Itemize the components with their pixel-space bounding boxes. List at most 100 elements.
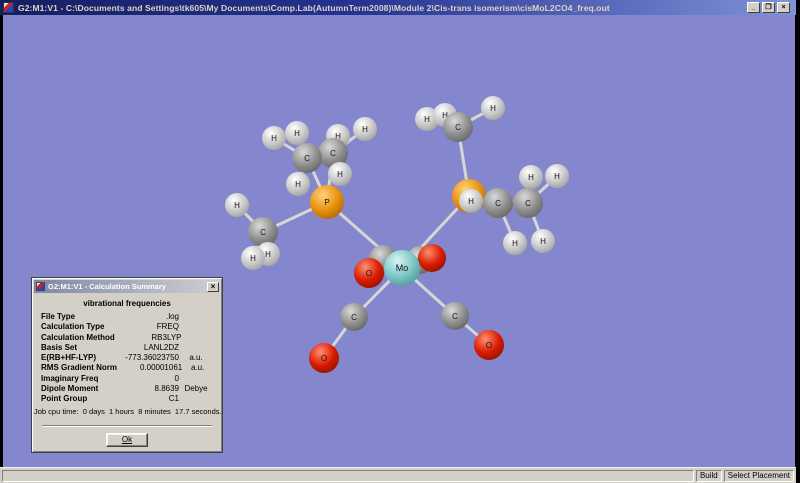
atom-label: C [525, 199, 531, 208]
atom-H[interactable]: H [519, 165, 543, 189]
atom-H[interactable]: H [459, 189, 483, 213]
atom-H[interactable]: H [286, 172, 310, 196]
restore-button[interactable]: ❐ [762, 2, 775, 13]
summary-row-label: Basis Set [41, 343, 107, 353]
atom-label: H [265, 250, 271, 259]
summary-row-unit: Debye [179, 384, 213, 394]
minimize-button[interactable]: _ [747, 2, 760, 13]
summary-row-unit: a.u. [182, 363, 213, 373]
statusbar-panel-select-placement: Select Placement [724, 470, 794, 482]
summary-row: Calculation MethodRB3LYP [41, 333, 213, 343]
atom-label: H [540, 237, 546, 246]
summary-row-label: Calculation Type [41, 322, 107, 332]
atom-H[interactable]: H [241, 246, 265, 270]
atom-label: O [486, 341, 492, 350]
summary-row-unit [179, 394, 213, 404]
dialog-title: G2:M1:V1 - Calculation Summary [48, 282, 166, 291]
atom-label: H [512, 239, 518, 248]
atom-C[interactable]: C [441, 302, 469, 330]
summary-row: File Type.log [41, 312, 213, 322]
job-cpu-time: Job cpu time: 0 days 1 hours 8 minutes 1… [34, 407, 220, 416]
atom-H[interactable]: H [328, 162, 352, 186]
ok-button[interactable]: Ok [106, 433, 148, 447]
summary-row-label: Dipole Moment [41, 384, 107, 394]
atom-H[interactable]: H [353, 117, 377, 141]
atom-label: P [324, 198, 329, 207]
atom-label: C [351, 313, 357, 322]
summary-row-unit: a.u. [179, 353, 213, 363]
summary-row-label: RMS Gradient Norm [41, 363, 117, 373]
summary-row-unit [179, 343, 213, 353]
atom-C[interactable]: C [483, 188, 513, 218]
atom-label: C [304, 154, 310, 163]
summary-row-unit [179, 374, 213, 384]
atom-C[interactable]: C [340, 303, 368, 331]
summary-row: E(RB+HF-LYP)-773.36023750a.u. [41, 353, 213, 363]
summary-row-value: -773.36023750 [107, 353, 179, 363]
atom-label: Mo [396, 263, 409, 273]
statusbar-panel-build: Build [696, 470, 722, 482]
atom-label: H [337, 170, 343, 179]
calculation-summary-dialog: G2:M1:V1 - Calculation Summary × vibrati… [31, 277, 223, 453]
summary-row-label: Point Group [41, 394, 107, 404]
atom-label: H [490, 104, 496, 113]
summary-row: Calculation TypeFREQ [41, 322, 213, 332]
atom-label: C [260, 228, 266, 237]
atom-Mo[interactable]: Mo [384, 250, 420, 286]
atom-label: C [455, 123, 461, 132]
atom-H[interactable]: H [531, 229, 555, 253]
summary-row: Basis SetLANL2DZ [41, 343, 213, 353]
summary-row-value: 0.00001061 [117, 363, 182, 373]
atom-label: H [554, 172, 560, 181]
dialog-titlebar[interactable]: G2:M1:V1 - Calculation Summary × [34, 280, 220, 293]
atom-C[interactable]: C [513, 188, 543, 218]
summary-row-value: LANL2DZ [107, 343, 179, 353]
atom-P[interactable]: P [310, 185, 344, 219]
summary-row-label: Imaginary Freq [41, 374, 107, 384]
summary-row-value: FREQ [107, 322, 179, 332]
dialog-separator [42, 425, 212, 427]
dialog-icon [36, 282, 45, 291]
atom-O[interactable]: O [309, 343, 339, 373]
summary-row-unit [179, 312, 213, 322]
atom-H[interactable]: H [285, 121, 309, 145]
summary-row: RMS Gradient Norm0.00001061a.u. [41, 363, 213, 373]
summary-row: Point GroupC1 [41, 394, 213, 404]
dialog-heading: vibrational frequencies [34, 299, 220, 308]
window-controls: _ ❐ × [747, 2, 790, 13]
atom-label: H [424, 115, 430, 124]
atom-C[interactable]: C [443, 112, 473, 142]
atom-label: H [362, 125, 368, 134]
atom-label: H [468, 197, 474, 206]
application-window: G2:M1:V1 - C:\Documents and Settings\tk6… [0, 0, 800, 483]
summary-row-label: File Type [41, 312, 107, 322]
atom-O[interactable] [418, 244, 446, 272]
window-titlebar[interactable]: G2:M1:V1 - C:\Documents and Settings\tk6… [0, 0, 796, 15]
dialog-close-button[interactable]: × [207, 282, 219, 292]
close-button[interactable]: × [777, 2, 790, 13]
atom-H[interactable]: H [262, 126, 286, 150]
status-bar: BuildSelect Placement [0, 467, 796, 483]
atom-label: H [271, 134, 277, 143]
summary-row-value: .log [107, 312, 179, 322]
atom-H[interactable]: H [481, 96, 505, 120]
summary-row: Dipole Moment8.8639Debye [41, 384, 213, 394]
atom-O[interactable]: O [474, 330, 504, 360]
atom-label: O [321, 354, 327, 363]
summary-row-value: 8.8639 [107, 384, 179, 394]
summary-row-unit [179, 322, 213, 332]
summary-row-value: RB3LYP [115, 333, 182, 343]
atom-H[interactable]: H [503, 231, 527, 255]
atom-O[interactable]: O [354, 258, 384, 288]
atom-H[interactable]: H [545, 164, 569, 188]
atom-H[interactable]: H [225, 193, 249, 217]
summary-row-unit [182, 333, 214, 343]
atom-label: H [250, 254, 256, 263]
atom-label: C [452, 312, 458, 321]
summary-row-label: Calculation Method [41, 333, 115, 343]
atom-label: O [366, 269, 372, 278]
atom-label: H [234, 201, 240, 210]
summary-row-value: C1 [107, 394, 179, 404]
status-message-panel [2, 470, 694, 482]
atom-C[interactable]: C [292, 143, 322, 173]
